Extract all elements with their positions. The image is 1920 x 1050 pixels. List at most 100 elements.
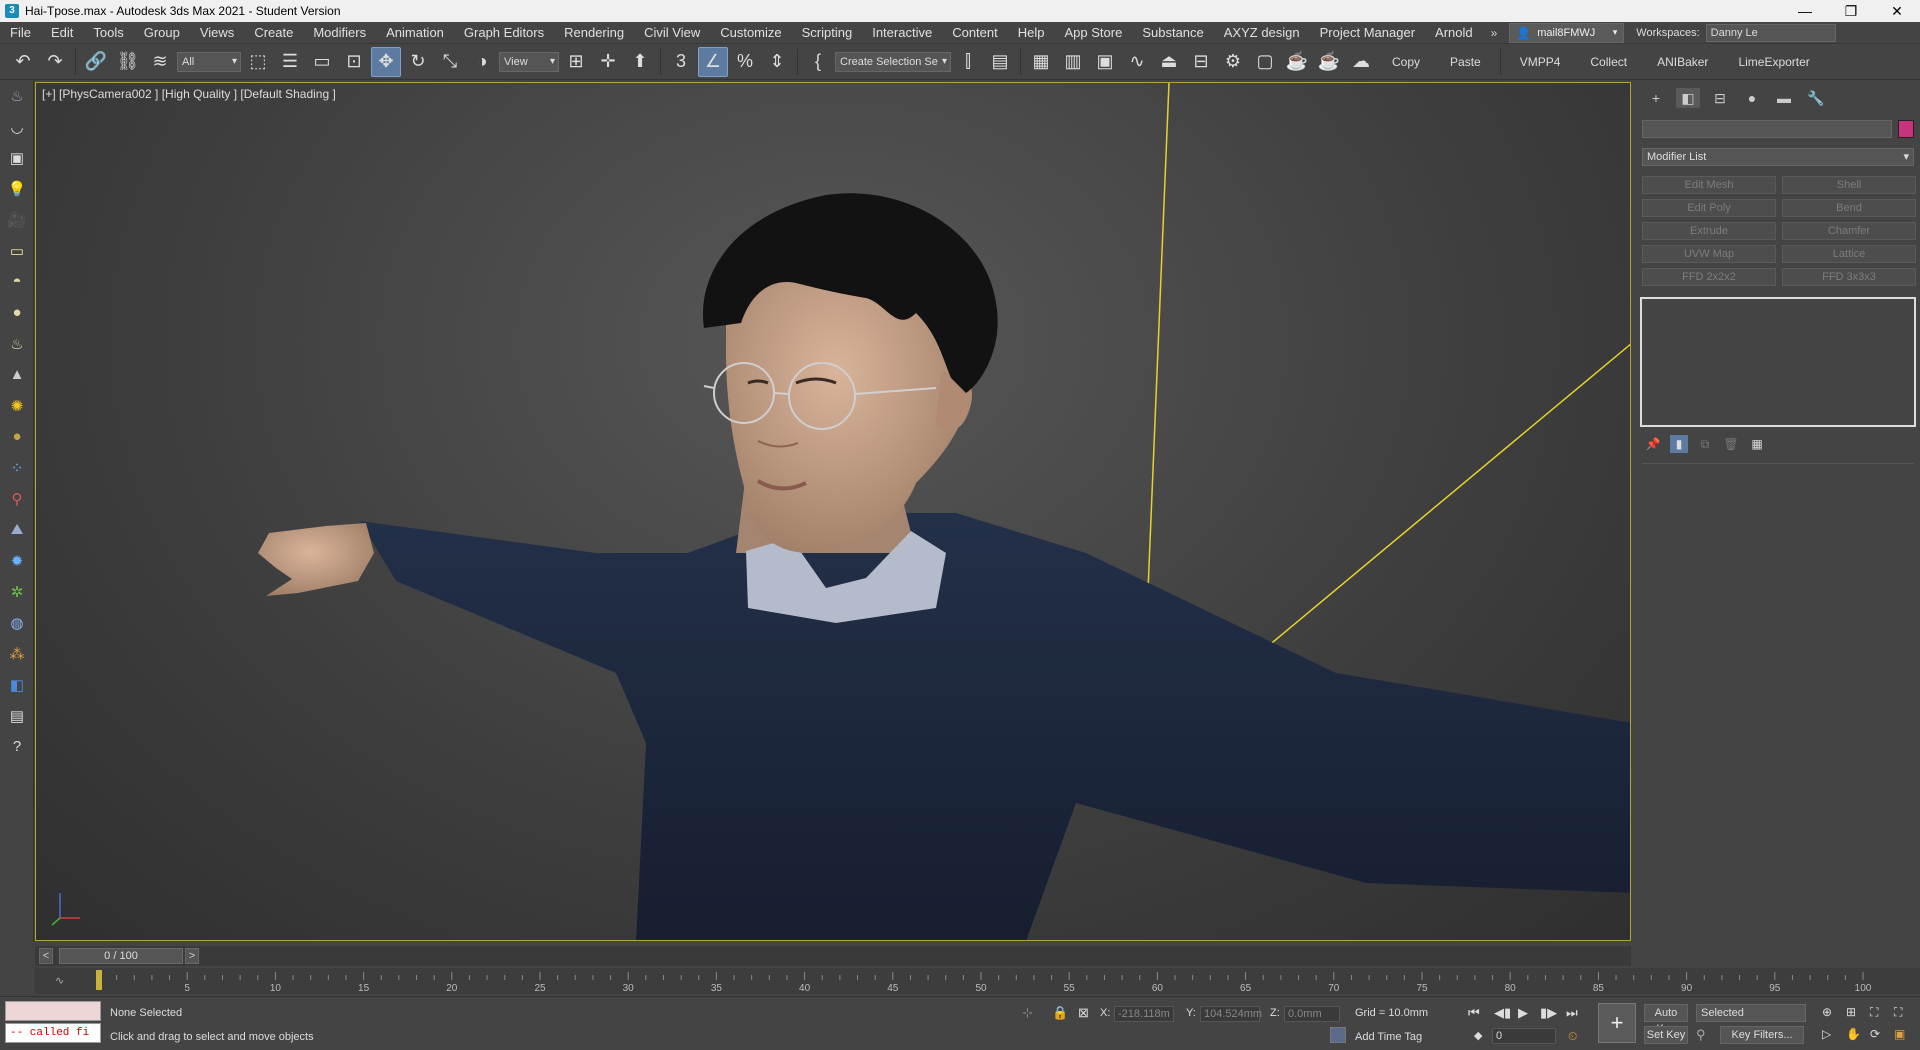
select-and-place-icon[interactable]: ◑ [467,47,497,77]
menu-overflow-icon[interactable]: » [1483,26,1506,40]
utilities-tab-icon[interactable]: 🔧 [1804,88,1828,108]
percent-snap-icon[interactable]: % [730,47,760,77]
goto-start-icon[interactable]: ⏮ [1468,1005,1480,1021]
unlink-icon[interactable]: ⛓ [113,47,143,77]
minimize-button[interactable]: — [1782,0,1828,22]
curve-editor-icon[interactable]: ∿ [1122,47,1152,77]
align-icon[interactable]: ▤ [985,47,1015,77]
previous-frame-icon[interactable]: ◀▮ [1494,1005,1511,1021]
menu-arnold[interactable]: Arnold [1425,22,1483,44]
object-name-field[interactable] [1642,120,1893,138]
menu-axyz-design[interactable]: AXYZ design [1214,22,1310,44]
edit-mesh-button[interactable]: Edit Mesh [1642,176,1776,194]
menu-content[interactable]: Content [942,22,1008,44]
layer-explorer-icon[interactable]: ▥ [1058,47,1088,77]
select-by-name-icon[interactable]: ☰ [275,47,305,77]
zoom-all-icon[interactable]: ⊞ [1846,1005,1856,1019]
modifier-stack[interactable] [1640,297,1916,427]
menu-project-manager[interactable]: Project Manager [1310,22,1425,44]
tube-icon[interactable]: ◡ [0,111,34,142]
tree-icon[interactable]: ✲ [0,576,34,607]
make-unique-icon[interactable]: ⧉ [1696,435,1714,453]
select-and-rotate-icon[interactable]: ↻ [403,47,433,77]
menu-app-store[interactable]: App Store [1055,22,1133,44]
time-tag-icon[interactable] [1330,1027,1346,1043]
configure-modifier-sets-icon[interactable]: ▦ [1748,435,1766,453]
ffd-2x2x2-button[interactable]: FFD 2x2x2 [1642,268,1776,286]
display-tab-icon[interactable]: ▬ [1772,88,1796,108]
select-manipulate-icon[interactable]: ✛ [593,47,623,77]
modify-tab-icon[interactable]: ◧ [1676,88,1700,108]
motion-tab-icon[interactable]: ● [1740,88,1764,108]
vmpp4-button[interactable]: VMPP4 [1506,55,1575,69]
select-and-scale-icon[interactable]: ⤡ [435,47,465,77]
absolute-mode-icon[interactable]: ⊠ [1078,1005,1089,1021]
sphere-blue-icon[interactable]: ◍ [0,607,34,638]
lock-selection-icon[interactable]: 🔒 [1052,1005,1068,1021]
menu-edit[interactable]: Edit [41,22,83,44]
copy-button[interactable]: Copy [1378,55,1434,69]
render-production-icon[interactable]: ☕ [1282,47,1312,77]
key-mode-toggle-icon[interactable]: ◆ [1474,1029,1482,1042]
menu-customize[interactable]: Customize [710,22,791,44]
sun-icon[interactable]: ✺ [0,390,34,421]
biped-icon[interactable]: ⛰ [0,514,34,545]
viewport-camera[interactable]: [+] [PhysCamera002 ] [High Quality ] [De… [35,82,1631,941]
next-frame-icon[interactable]: ▮▶ [1540,1005,1557,1021]
paste-button[interactable]: Paste [1436,55,1495,69]
edit-named-selection-icon[interactable]: { [803,47,833,77]
mirror-icon[interactable]: ⫿ [953,47,983,77]
collect-button[interactable]: Collect [1576,55,1641,69]
set-key-button[interactable]: Set Key [1644,1026,1688,1044]
hierarchy-tab-icon[interactable]: ⊟ [1708,88,1732,108]
time-slider[interactable]: < 0 / 100 > [35,946,1631,966]
menu-interactive[interactable]: Interactive [862,22,942,44]
tools-icon[interactable]: ▤ [0,700,34,731]
angle-snap-icon[interactable]: ∠ [698,46,728,77]
key-mode-dropdown[interactable]: Selected [1696,1004,1806,1022]
object-color-swatch[interactable] [1898,120,1914,138]
window-crossing-icon[interactable]: ⊡ [339,47,369,77]
time-slider-thumb[interactable]: 0 / 100 [59,948,183,964]
menu-views[interactable]: Views [190,22,244,44]
pivot-center-icon[interactable]: ⊞ [561,47,591,77]
teapot-icon[interactable]: ♨ [0,328,34,359]
workspace-dropdown[interactable]: Danny Le [1705,23,1836,42]
menu-rendering[interactable]: Rendering [554,22,634,44]
pin-stack-icon[interactable]: 📌 [1644,435,1662,453]
create-tab-icon[interactable]: + [1644,88,1668,108]
menu-animation[interactable]: Animation [376,22,454,44]
render-iterative-icon[interactable]: ☕ [1314,47,1344,77]
ffd-3x3x3-button[interactable]: FFD 3x3x3 [1782,268,1916,286]
menu-help[interactable]: Help [1008,22,1055,44]
isolate-icon[interactable]: ⊹ [1022,1005,1033,1021]
field-of-view-icon[interactable]: ▷ [1822,1027,1831,1041]
menu-tools[interactable]: Tools [83,22,133,44]
cone-icon[interactable]: ▲ [0,359,34,390]
trackbar[interactable]: ∿ 5 10 15 20 25 30 35 40 45 50 55 60 65 70 75 80 85 90 95 1… [35,968,1920,994]
spacewarp-icon[interactable]: ✹ [0,545,34,576]
named-selection-dropdown[interactable]: Create Selection Se [835,51,951,72]
dome-icon[interactable]: ◓ [0,266,34,297]
modifier-list-dropdown[interactable]: Modifier List [1642,148,1914,166]
render-icon[interactable]: ◧ [0,669,34,700]
show-end-result-icon[interactable]: ▮ [1670,435,1688,453]
orbit-icon[interactable]: ⟳ [1870,1027,1880,1041]
x-coordinate-field[interactable]: -218.118m [1114,1006,1174,1022]
ribbon-icon[interactable]: ▣ [1090,47,1120,77]
help-icon[interactable]: ? [0,731,34,762]
menu-substance[interactable]: Substance [1132,22,1213,44]
menu-modifiers[interactable]: Modifiers [303,22,376,44]
menu-civil-view[interactable]: Civil View [634,22,710,44]
link-icon[interactable]: 🔗 [81,47,111,77]
schematic-view-icon[interactable]: ⏏ [1154,47,1184,77]
scene-explorer-icon[interactable]: ▦ [1026,47,1056,77]
maximize-viewport-icon[interactable]: ▣ [1894,1027,1905,1041]
lattice-button[interactable]: Lattice [1782,245,1916,263]
particle-icon[interactable]: ⁘ [0,452,34,483]
spinner-snap-icon[interactable]: ⇕ [762,47,792,77]
user-account-dropdown[interactable]: 👤 mail8FMWJ ▾ [1509,22,1625,43]
undo-icon[interactable]: ↶ [8,47,38,77]
set-keys-icon[interactable]: + [1598,1003,1636,1043]
helper-icon[interactable]: ⚲ [0,483,34,514]
